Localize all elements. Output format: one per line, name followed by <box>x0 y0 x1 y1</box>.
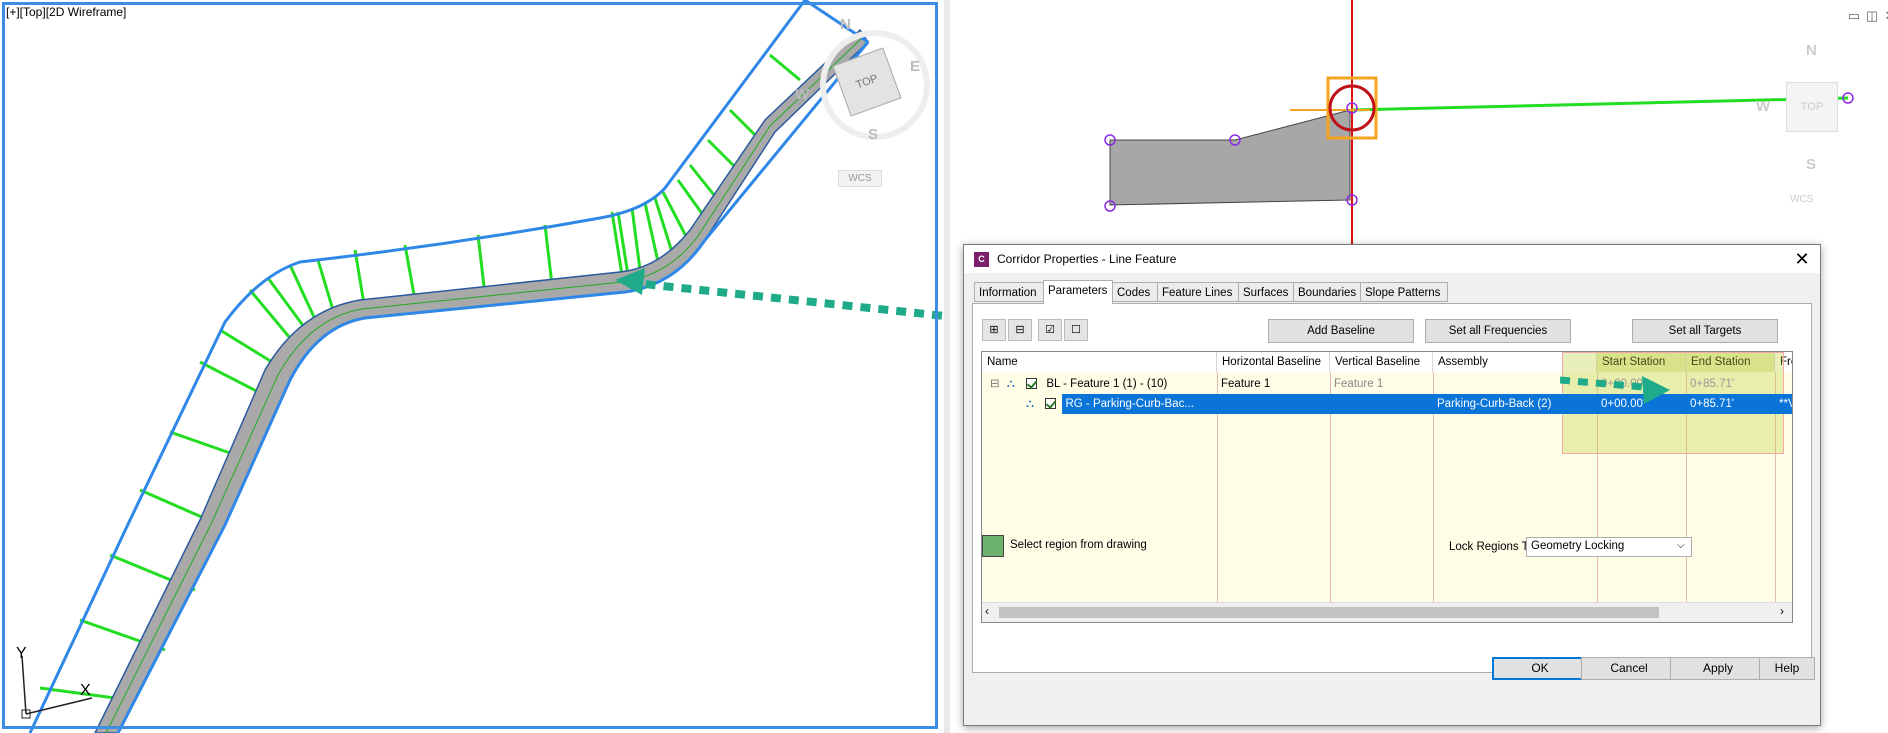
col-horizontal-baseline[interactable]: Horizontal Baseline <box>1217 352 1330 372</box>
select-region-icon[interactable] <box>982 535 1004 557</box>
apply-button[interactable]: Apply <box>1670 657 1766 680</box>
set-all-targets-button[interactable]: Set all Targets <box>1632 319 1778 343</box>
help-button[interactable]: Help <box>1759 657 1815 680</box>
tab-parameters[interactable]: Parameters <box>1043 280 1113 304</box>
row-name: RG - Parking-Curb-Bac... <box>1065 398 1194 410</box>
cancel-button[interactable]: Cancel <box>1581 657 1677 680</box>
expand-tree-icon[interactable]: ⊞ <box>982 319 1006 341</box>
tab-information[interactable]: Information <box>974 282 1044 302</box>
col-name[interactable]: Name <box>982 352 1217 372</box>
dialog-title-bar[interactable]: C Corridor Properties - Line Feature ✕ <box>964 245 1820 273</box>
compass-south-right[interactable]: S <box>1806 156 1816 173</box>
compass-north[interactable]: N <box>840 16 851 33</box>
wcs-menu-right[interactable]: WCS <box>1790 194 1813 205</box>
col-vertical-baseline[interactable]: Vertical Baseline <box>1330 352 1433 372</box>
horizontal-scrollbar[interactable]: ‹ › <box>982 602 1792 622</box>
table-row[interactable]: ⊟ ⛬ BL - Feature 1 (1) - (10) <box>986 374 1218 394</box>
dialog-title: Corridor Properties - Line Feature <box>997 252 1177 266</box>
viewcube-top-face-right[interactable]: TOP <box>1786 82 1838 132</box>
cell-horizontal-baseline[interactable]: Feature 1 <box>1217 374 1330 394</box>
compass-north-right[interactable]: N <box>1806 42 1817 59</box>
profile-drawing[interactable] <box>950 0 1888 260</box>
table-row[interactable]: ⛬ RG - Parking-Curb-Bac... <box>1022 394 1218 414</box>
uncheck-all-icon[interactable]: ☐ <box>1064 319 1088 341</box>
lock-regions-value: Geometry Locking <box>1531 540 1625 552</box>
row-checkbox[interactable] <box>1045 398 1057 410</box>
lock-regions-label: Lock Regions To: <box>1449 541 1538 553</box>
minimize-icon[interactable]: ▭ <box>1846 8 1862 24</box>
wcs-menu[interactable]: WCS <box>838 170 882 187</box>
chevron-down-icon: ⌵ <box>1677 540 1685 551</box>
tab-codes[interactable]: Codes <box>1112 282 1158 302</box>
ucs-x-label: X <box>80 682 91 699</box>
lock-regions-select[interactable]: Geometry Locking ⌵ <box>1526 537 1692 557</box>
cell-end-station[interactable]: 0+85.71' <box>1686 394 1775 414</box>
collapse-tree-icon[interactable]: ⊟ <box>1008 319 1032 341</box>
compass-east[interactable]: E <box>910 58 920 75</box>
baseline-icon: ⛬ <box>1006 378 1015 390</box>
set-all-frequencies-button[interactable]: Set all Frequencies <box>1425 319 1571 343</box>
add-baseline-button[interactable]: Add Baseline <box>1268 319 1414 343</box>
corridor-properties-dialog[interactable]: C Corridor Properties - Line Feature ✕ I… <box>963 244 1821 726</box>
dialog-close-button[interactable]: ✕ <box>1790 247 1814 271</box>
expand-toggle-icon[interactable]: ⊟ <box>990 378 1000 390</box>
check-all-icon[interactable]: ☑ <box>1038 319 1062 341</box>
tab-surfaces[interactable]: Surfaces <box>1238 282 1294 302</box>
ucs-y-label: Y <box>16 645 27 662</box>
scroll-thumb[interactable] <box>999 607 1659 618</box>
region-icon: ⛬ <box>1026 398 1035 410</box>
close-icon[interactable]: ✕ <box>1882 8 1888 24</box>
cell-vertical-baseline[interactable]: Feature 1 <box>1330 374 1433 394</box>
restore-icon[interactable]: ◫ <box>1864 8 1880 24</box>
row-checkbox[interactable] <box>1026 378 1038 390</box>
tab-boundaries[interactable]: Boundaries <box>1293 282 1361 302</box>
scroll-right-icon[interactable]: › <box>1780 604 1784 618</box>
ok-button[interactable]: OK <box>1492 657 1588 680</box>
annotation-arrow-icon <box>1560 376 1670 404</box>
compass-west[interactable]: W <box>795 86 809 103</box>
row-name: BL - Feature 1 (1) - (10) <box>1046 378 1168 390</box>
viewport-frame <box>2 2 938 729</box>
civil3d-app-icon: C <box>974 252 989 267</box>
viewport-label[interactable]: [+][Top][2D Wireframe] <box>6 5 126 19</box>
tab-slope-patterns[interactable]: Slope Patterns <box>1360 282 1448 302</box>
scroll-left-icon[interactable]: ‹ <box>985 604 989 618</box>
compass-west-right[interactable]: W <box>1756 98 1770 115</box>
compass-south[interactable]: S <box>868 126 878 143</box>
cell-frequency[interactable]: **Va <box>1775 394 1792 414</box>
cell-end-station[interactable]: 0+85.71' <box>1686 374 1775 394</box>
left-viewport[interactable]: [+][Top][2D Wireframe] TOP N E S W WCS Y… <box>0 0 944 733</box>
select-region-label[interactable]: Select region from drawing <box>1010 539 1147 551</box>
tab-feature-lines[interactable]: Feature Lines <box>1157 282 1239 302</box>
